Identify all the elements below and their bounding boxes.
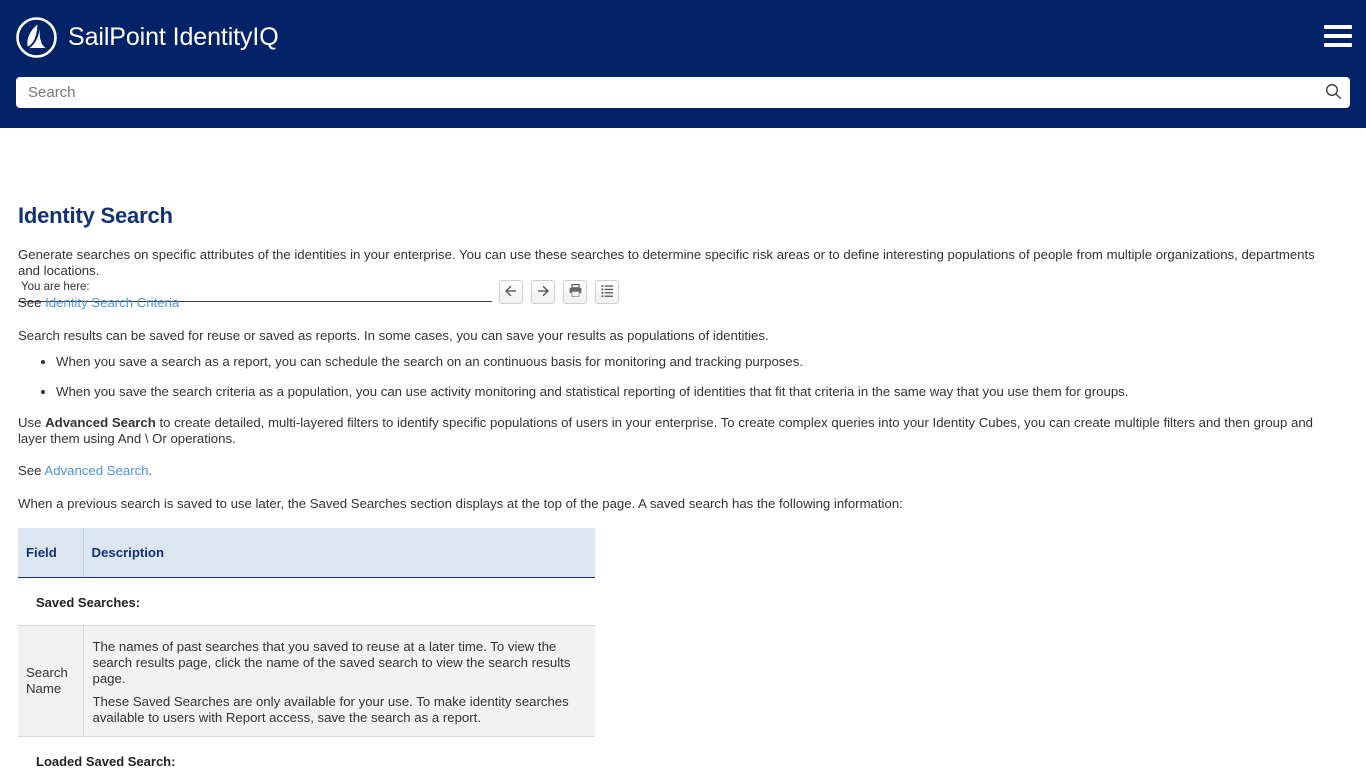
see-prefix: See <box>18 463 45 478</box>
hamburger-menu-icon[interactable] <box>1324 25 1352 47</box>
page-title: Identity Search <box>18 203 173 228</box>
identity-search-criteria-link[interactable]: Identity Search Criteria <box>45 295 179 310</box>
table-row: Search Name The names of past searches t… <box>18 625 595 737</box>
search-button[interactable] <box>1316 78 1350 107</box>
saved-searches-paragraph: When a previous search is saved to use l… <box>18 495 903 511</box>
search-bar[interactable] <box>16 77 1350 108</box>
column-header-description: Description <box>83 528 595 578</box>
advanced-search-emphasis: Advanced Search <box>45 415 156 430</box>
brand: SailPoint IdentityIQ <box>16 12 279 62</box>
breadcrumb-bar: You are here: <box>0 128 1366 304</box>
list-item: When you save the search criteria as a p… <box>56 384 1348 400</box>
section-heading-saved-searches: Saved Searches: <box>18 577 595 626</box>
cell-search-name-field: Search Name <box>18 625 84 737</box>
intro-paragraph: Generate searches on specific attributes… <box>18 247 1315 278</box>
advanced-prefix: Use <box>18 415 46 430</box>
cell-search-name-description: The names of past searches that you save… <box>83 625 595 737</box>
app-header: SailPoint IdentityIQ <box>0 0 1366 128</box>
table-section-row: Loaded Saved Search: <box>18 736 595 769</box>
list-item: When you save a search as a report, you … <box>56 354 1348 370</box>
advanced-search-link[interactable]: Advanced Search <box>44 463 148 478</box>
advanced-suffix: to create detailed, multi-layered filter… <box>18 415 1314 446</box>
bullet-list: When you save a search as a report, you … <box>18 354 1348 399</box>
description-paragraph-1: The names of past searches that you save… <box>92 638 571 686</box>
search-magnifier-icon <box>1325 83 1342 103</box>
hamburger-bar <box>1324 43 1352 47</box>
table-section-row: Saved Searches: <box>18 577 595 626</box>
advanced-search-paragraph: Use Advanced Search to create detailed, … <box>18 415 1332 446</box>
column-header-field: Field <box>18 528 84 578</box>
table-header-row: Field Description <box>18 528 595 578</box>
search-input[interactable] <box>16 78 1316 107</box>
saved-results-paragraph: Search results can be saved for reuse or… <box>18 327 769 343</box>
sailboat-logo-icon <box>16 16 57 58</box>
description-paragraph-2: These Saved Searches are only available … <box>92 693 569 725</box>
brand-title: SailPoint IdentityIQ <box>68 22 279 51</box>
hamburger-bar <box>1324 34 1352 38</box>
see-period: . <box>148 463 153 478</box>
hamburger-bar <box>1324 25 1352 29</box>
main-content: Identity Search Generate searches on spe… <box>0 190 1366 769</box>
see-prefix: See <box>18 295 46 310</box>
see-advanced-search-line: See Advanced Search. <box>18 463 1332 479</box>
see-identity-search-criteria-line: See Identity Search Criteria <box>18 295 1332 311</box>
section-heading-loaded-saved-search: Loaded Saved Search: <box>18 736 595 769</box>
field-description-table: Field Description Saved Searches: Search… <box>18 528 595 769</box>
